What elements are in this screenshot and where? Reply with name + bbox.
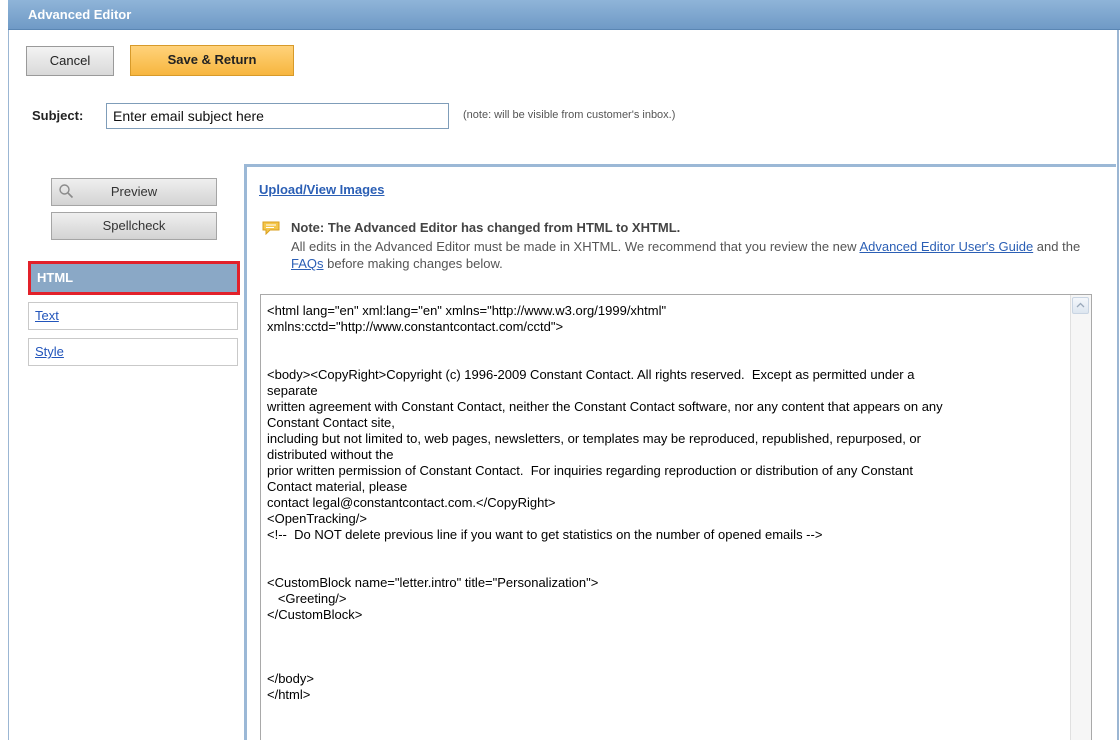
advanced-editor-guide-link[interactable]: Advanced Editor User's Guide (859, 239, 1033, 254)
subject-note: (note: will be visible from customer's i… (463, 109, 676, 121)
preview-button[interactable]: Preview (51, 178, 217, 206)
subject-label: Subject: (32, 108, 84, 123)
scroll-up-button[interactable] (1072, 297, 1089, 314)
note-title: Note: The Advanced Editor has changed fr… (291, 220, 681, 235)
tab-text[interactable]: Text (28, 302, 238, 330)
upload-view-images-link[interactable]: Upload/View Images (259, 182, 384, 197)
note-body: All edits in the Advanced Editor must be… (291, 238, 1081, 272)
html-code-editor[interactable]: <html lang="en" xml:lang="en" xmlns="htt… (260, 294, 1092, 740)
frame-border-left (8, 30, 9, 740)
chevron-up-icon (1076, 302, 1085, 308)
comment-icon (262, 221, 280, 235)
note-text-3: before making changes below. (323, 256, 503, 271)
tab-style[interactable]: Style (28, 338, 238, 366)
frame-border-right (1117, 30, 1119, 740)
vertical-scrollbar[interactable] (1070, 295, 1091, 740)
window-title: Advanced Editor (8, 0, 1120, 30)
tab-text-link[interactable]: Text (35, 308, 59, 323)
faqs-link[interactable]: FAQs (291, 256, 324, 271)
html-code-content[interactable]: <html lang="en" xml:lang="en" xmlns="htt… (267, 303, 1067, 703)
note-text-2: and the (1033, 239, 1081, 254)
tab-html[interactable]: HTML (28, 261, 240, 295)
note-text-1: All edits in the Advanced Editor must be… (291, 239, 860, 254)
cancel-button[interactable]: Cancel (26, 46, 114, 76)
magnifier-icon (59, 184, 74, 199)
subject-input[interactable] (106, 103, 449, 129)
spellcheck-button[interactable]: Spellcheck (51, 212, 217, 240)
save-and-return-button[interactable]: Save & Return (130, 45, 294, 76)
tab-style-link[interactable]: Style (35, 344, 64, 359)
preview-label: Preview (110, 184, 158, 199)
